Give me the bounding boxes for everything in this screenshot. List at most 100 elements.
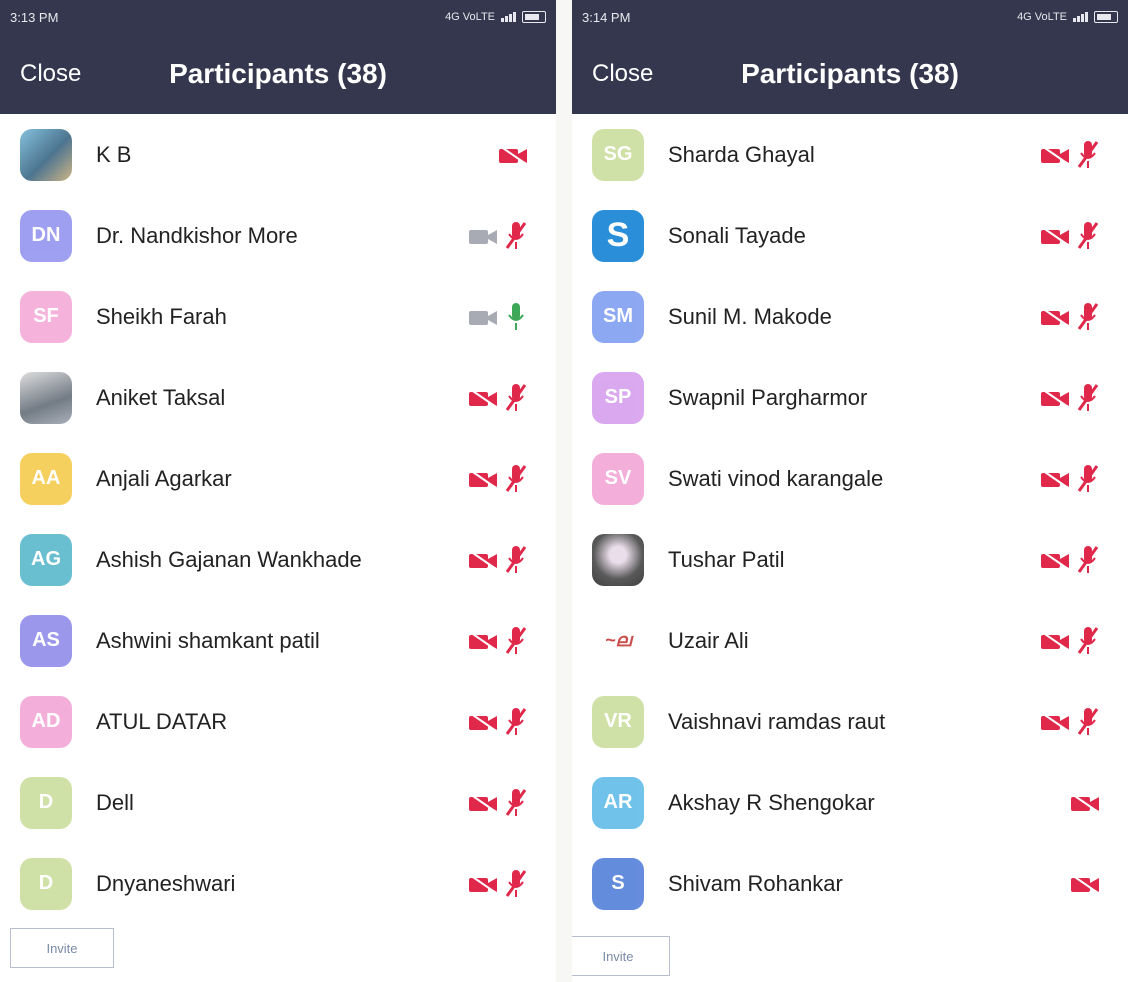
participant-status-icons <box>468 463 528 495</box>
participant-status-icons <box>1040 463 1100 495</box>
video-off-icon <box>469 468 497 489</box>
participant-status-icons <box>1040 382 1100 414</box>
participant-row[interactable]: SM Sunil M. Makode <box>572 276 1128 357</box>
close-button[interactable]: Close <box>14 59 87 89</box>
video-off-icon <box>499 144 527 165</box>
avatar <box>592 533 644 586</box>
participant-row[interactable]: K B <box>0 114 556 195</box>
video-off-icon <box>469 549 497 570</box>
participant-status-icons <box>468 868 528 900</box>
video-off-icon <box>469 387 497 408</box>
participant-row[interactable]: AA Anjali Agarkar <box>0 438 556 519</box>
avatar: AR <box>592 776 644 829</box>
video-off-icon <box>1071 792 1099 813</box>
mic-muted-icon <box>505 626 527 654</box>
video-off-icon <box>1041 387 1069 408</box>
participant-status-icons <box>1040 301 1100 333</box>
participant-row[interactable]: SG Sharda Ghayal <box>572 114 1128 195</box>
avatar: D <box>20 857 72 910</box>
app-header: Participants (38) Close <box>572 34 1128 114</box>
video-off-icon <box>1041 630 1069 651</box>
participant-row[interactable]: SF Sheikh Farah <box>0 276 556 357</box>
participant-name: K B <box>96 141 132 167</box>
avatar: SM <box>592 290 644 343</box>
video-on-icon <box>469 310 497 325</box>
status-bar: 3:14 PM 4G VoLTE <box>572 0 1128 34</box>
avatar: AG <box>20 533 72 586</box>
participant-status-icons <box>1070 792 1100 814</box>
participant-row[interactable]: AS Ashwini shamkant patil <box>0 600 556 681</box>
video-on-icon <box>469 229 497 244</box>
status-time: 3:14 PM <box>582 9 631 25</box>
close-button[interactable]: Close <box>586 59 659 89</box>
participant-row[interactable]: SV Swati vinod karangale <box>572 438 1128 519</box>
status-icons: 4G VoLTE <box>445 11 546 23</box>
video-off-icon <box>1041 468 1069 489</box>
mic-muted-icon <box>505 788 527 816</box>
avatar <box>20 128 72 181</box>
mic-muted-icon <box>1077 707 1099 735</box>
participants-screen-left: 3:13 PM 4G VoLTE Participants (38) Close K B… <box>0 0 556 982</box>
avatar: S <box>592 857 644 910</box>
mic-muted-icon <box>505 464 527 492</box>
participant-list: SG Sharda Ghayal S Sonali Tayade SM Sunil M. … <box>572 114 1128 924</box>
signal-icon <box>501 12 516 22</box>
mic-muted-icon <box>1077 545 1099 573</box>
mic-muted-icon <box>505 221 527 249</box>
signal-icon <box>1073 12 1088 22</box>
mic-muted-icon <box>1077 464 1099 492</box>
app-header: Participants (38) Close <box>0 34 556 114</box>
mic-active-icon <box>508 302 524 330</box>
participant-status-icons <box>1040 706 1100 738</box>
participant-row[interactable]: AR Akshay R Shengokar <box>572 762 1128 843</box>
mic-muted-icon <box>1077 140 1099 168</box>
participant-row[interactable]: S Sonali Tayade <box>572 195 1128 276</box>
video-off-icon <box>469 630 497 651</box>
participant-row[interactable]: D Dell <box>0 762 556 843</box>
participant-name: Shivam Rohankar <box>668 870 843 896</box>
avatar: S <box>592 209 644 262</box>
participants-screen-right: 3:14 PM 4G VoLTE Participants (38) Close SG S… <box>572 0 1128 982</box>
participant-row[interactable]: ~ല Uzair Ali <box>572 600 1128 681</box>
participant-status-icons <box>468 625 528 657</box>
mic-muted-icon <box>505 869 527 897</box>
video-off-icon <box>469 873 497 894</box>
participant-name: Akshay R Shengokar <box>668 789 875 815</box>
avatar: ~ല <box>605 630 631 650</box>
participant-row[interactable]: SP Swapnil Pargharmor <box>572 357 1128 438</box>
mic-muted-icon <box>505 545 527 573</box>
participant-status-icons <box>468 301 528 333</box>
invite-button[interactable]: Invite <box>10 928 114 968</box>
participant-row[interactable]: AG Ashish Gajanan Wankhade <box>0 519 556 600</box>
mic-muted-icon <box>505 707 527 735</box>
network-label: 4G VoLTE <box>445 11 495 23</box>
status-time: 3:13 PM <box>10 9 59 25</box>
avatar: AA <box>20 452 72 505</box>
participant-row[interactable]: DN Dr. Nandkishor More <box>0 195 556 276</box>
participant-row[interactable]: AD ATUL DATAR <box>0 681 556 762</box>
participant-status-icons <box>1040 544 1100 576</box>
mic-muted-icon <box>1077 626 1099 654</box>
invite-button[interactable]: Invite <box>572 936 670 976</box>
video-off-icon <box>1041 144 1069 165</box>
mic-muted-icon <box>1077 302 1099 330</box>
participant-row[interactable]: Aniket Taksal <box>0 357 556 438</box>
participant-row[interactable]: Tushar Patil <box>572 519 1128 600</box>
participant-status-icons <box>1040 220 1100 252</box>
avatar: D <box>20 776 72 829</box>
participant-row[interactable]: S Shivam Rohankar <box>572 843 1128 924</box>
participant-status-icons <box>1040 625 1100 657</box>
battery-icon <box>1094 11 1118 23</box>
status-icons: 4G VoLTE <box>1017 11 1118 23</box>
participant-row[interactable]: VR Vaishnavi ramdas raut <box>572 681 1128 762</box>
participant-status-icons <box>468 220 528 252</box>
participant-list: K B DN Dr. Nandkishor More SF Sheikh Farah An… <box>0 114 556 924</box>
avatar: VR <box>592 695 644 748</box>
participant-status-icons <box>498 144 528 166</box>
avatar: AS <box>20 614 72 667</box>
video-off-icon <box>1041 306 1069 327</box>
battery-icon <box>522 11 546 23</box>
video-off-icon <box>1041 225 1069 246</box>
avatar: SP <box>592 371 644 424</box>
participant-row[interactable]: D Dnyaneshwari <box>0 843 556 924</box>
